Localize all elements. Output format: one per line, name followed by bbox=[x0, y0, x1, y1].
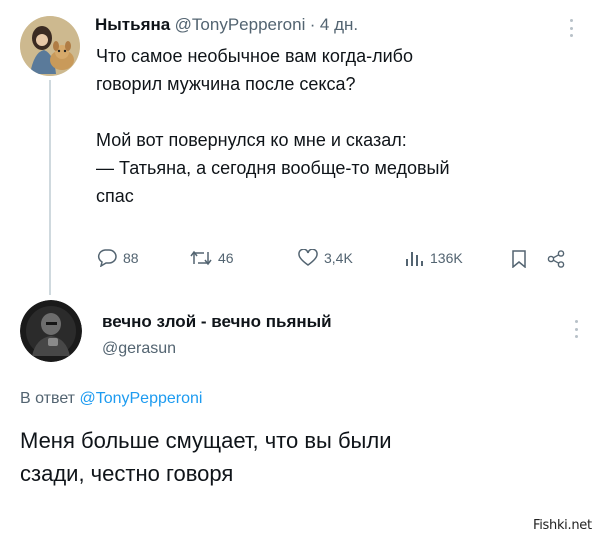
tweet-text: Что самое необычное вам когда-либо говор… bbox=[96, 42, 450, 210]
more-options-icon[interactable] bbox=[569, 19, 573, 37]
watermark: Fishki.net bbox=[533, 518, 592, 533]
author-name[interactable]: Нытьяна bbox=[95, 15, 170, 34]
author-handle[interactable]: @TonyPepperoni bbox=[175, 15, 306, 34]
comment-icon bbox=[97, 249, 117, 267]
tweet-line: Мой вот повернулся ко мне и сказал: bbox=[96, 130, 407, 150]
bookmark-button[interactable] bbox=[511, 250, 527, 273]
views-action[interactable]: 136K bbox=[404, 249, 463, 267]
reply-line: сзади, честно говоря bbox=[20, 461, 234, 486]
bookmark-icon bbox=[512, 250, 526, 269]
avatar[interactable] bbox=[20, 16, 80, 76]
tweet-header: Нытьяна @TonyPepperoni · 4 дн. bbox=[95, 15, 358, 35]
replying-to-link[interactable]: @TonyPepperoni bbox=[79, 390, 202, 407]
replying-to: В ответ @TonyPepperoni bbox=[20, 390, 202, 408]
views-count: 136K bbox=[430, 250, 463, 266]
thread-line bbox=[49, 80, 51, 295]
like-count: 3,4K bbox=[324, 250, 353, 266]
tweet-line: говорил мужчина после секса? bbox=[96, 74, 356, 94]
tweet-line: — Татьяна, а сегодня вообще-то медовый bbox=[96, 158, 450, 178]
share-icon bbox=[547, 250, 565, 268]
reply-text: Меня больше смущает, что вы были сзади, … bbox=[20, 424, 392, 490]
reply-author-name[interactable]: вечно злой - вечно пьяный bbox=[102, 312, 332, 332]
tweet-line: Что самое необычное вам когда-либо bbox=[96, 46, 413, 66]
replying-prefix: В ответ bbox=[20, 390, 76, 407]
tweet-line: спас bbox=[96, 186, 134, 206]
retweet-count: 46 bbox=[218, 250, 234, 266]
like-action[interactable]: 3,4K bbox=[298, 249, 353, 267]
separator: · bbox=[309, 15, 316, 34]
heart-icon bbox=[298, 249, 318, 266]
avatar-image bbox=[20, 16, 80, 76]
reply-author-handle[interactable]: @gerasun bbox=[102, 340, 176, 358]
retweet-icon bbox=[190, 250, 212, 266]
avatar-image bbox=[20, 300, 82, 362]
share-button[interactable] bbox=[547, 250, 565, 273]
reply-avatar[interactable] bbox=[20, 300, 82, 362]
timestamp[interactable]: 4 дн. bbox=[320, 15, 358, 34]
reply-more-options-icon[interactable] bbox=[574, 320, 578, 338]
views-icon bbox=[406, 252, 423, 266]
reply-count: 88 bbox=[123, 250, 139, 266]
retweet-action[interactable]: 46 bbox=[190, 249, 234, 267]
reply-action[interactable]: 88 bbox=[97, 249, 139, 267]
reply-line: Меня больше смущает, что вы были bbox=[20, 428, 392, 453]
